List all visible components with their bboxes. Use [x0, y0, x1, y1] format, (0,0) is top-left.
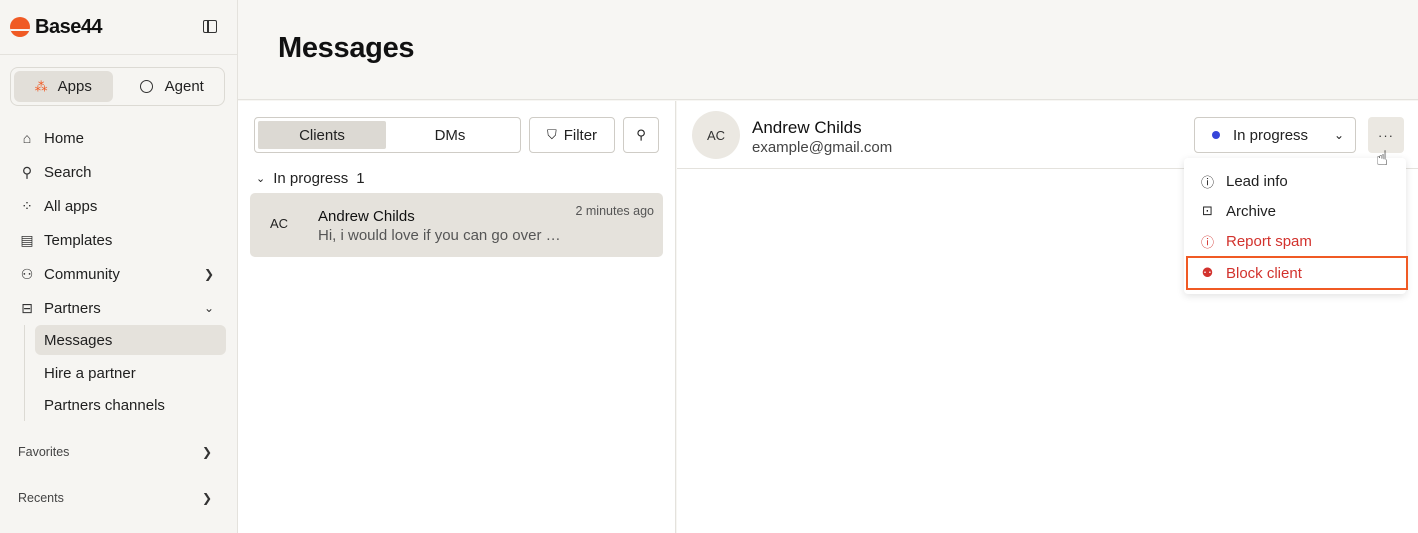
pointer-cursor-icon: ☝: [1376, 148, 1389, 170]
sidebar-item-messages[interactable]: Messages: [35, 325, 226, 355]
apps-grid-icon: ⁂: [34, 78, 48, 94]
sidebar: Base44 ⁂ Apps Agent ⌂ Home ⚲ Search ⁘ Al…: [0, 0, 238, 533]
search-icon: ⚲: [636, 127, 646, 142]
agent-icon: [139, 80, 153, 93]
conversation-preview: Hi, i would love if you can go over my a…: [318, 227, 566, 244]
menu-item-archive[interactable]: ⊡ Archive: [1184, 196, 1406, 226]
tab-dms[interactable]: DMs: [386, 121, 514, 149]
group-header-in-progress[interactable]: ⌄ In progress 1: [256, 170, 365, 187]
community-icon: ⚇: [20, 265, 34, 282]
group-label: In progress: [273, 170, 349, 187]
apps-mode-button[interactable]: ⁂ Apps: [14, 71, 113, 102]
conversation-name: Andrew Childs: [318, 208, 415, 225]
tab-clients[interactable]: Clients: [258, 121, 386, 149]
status-dot-icon: [1212, 131, 1220, 139]
brand[interactable]: Base44: [10, 15, 103, 38]
more-options-menu: ⓘ Lead info ⊡ Archive ⓘ Report spam ⚉ Bl…: [1184, 158, 1408, 294]
sidebar-item-label: Templates: [44, 231, 113, 249]
templates-icon: ▤: [20, 231, 34, 248]
sidebar-item-label: Search: [44, 163, 92, 181]
menu-item-label: Report spam: [1226, 232, 1312, 250]
sidebar-collapse-icon[interactable]: [203, 20, 217, 33]
divider: [0, 54, 237, 55]
filter-label: Filter: [563, 126, 598, 144]
sidebar-item-hire-a-partner[interactable]: Hire a partner: [35, 357, 226, 389]
recents-section[interactable]: Recents ❯: [18, 491, 216, 505]
conversation-list-panel: Clients DMs ⛉ Filter ⚲ ⌄ In progress 1 A…: [238, 101, 676, 533]
home-icon: ⌂: [22, 130, 32, 146]
sidebar-item-community[interactable]: ⚇ Community ❯: [10, 257, 226, 291]
menu-item-label: Lead info: [1226, 172, 1288, 190]
apps-mode-label: Apps: [57, 78, 92, 95]
avatar: AC: [270, 216, 289, 231]
sidebar-item-home[interactable]: ⌂ Home: [10, 121, 226, 155]
favorites-label: Favorites: [18, 445, 70, 459]
recents-label: Recents: [18, 491, 64, 505]
sidebar-item-label: Home: [44, 129, 85, 147]
partners-submenu: Messages Hire a partner Partners channel…: [24, 325, 226, 421]
conversation-detail-panel: AC Andrew Childs example@gmail.com In pr…: [677, 101, 1418, 533]
avatar: AC: [692, 111, 740, 159]
page-title: Messages: [278, 32, 415, 64]
sidebar-item-label: All apps: [44, 197, 98, 215]
agent-mode-button[interactable]: Agent: [123, 71, 222, 102]
menu-item-label: Archive: [1226, 202, 1277, 220]
favorites-section[interactable]: Favorites ❯: [18, 445, 216, 459]
sidebar-item-partners-channels[interactable]: Partners channels: [35, 389, 226, 421]
alert-icon: ⓘ: [1201, 234, 1215, 250]
menu-item-lead-info[interactable]: ⓘ Lead info: [1184, 166, 1406, 196]
group-count: 1: [356, 170, 365, 187]
conversation-time: 2 minutes ago: [575, 204, 654, 218]
agent-mode-label: Agent: [164, 78, 204, 95]
conversation-item[interactable]: AC Andrew Childs Hi, i would love if you…: [250, 193, 663, 257]
info-icon: ⓘ: [1201, 174, 1215, 190]
sidebar-item-label: Partners: [44, 299, 101, 317]
archive-icon: ⊡: [1202, 203, 1213, 218]
chevron-down-icon: ⌄: [1333, 128, 1344, 142]
sidebar-item-search[interactable]: ⚲ Search: [10, 155, 226, 189]
more-horizontal-icon: ···: [1378, 127, 1394, 143]
search-icon: ⚲: [21, 163, 33, 180]
search-button[interactable]: ⚲: [623, 117, 659, 153]
page-header: Messages: [238, 0, 1418, 100]
apps-grid-icon: ⁘: [21, 197, 33, 214]
client-email: example@gmail.com: [752, 139, 893, 156]
brand-name: Base44: [35, 15, 103, 38]
conversation-type-toggle: Clients DMs: [254, 117, 521, 153]
filter-icon: ⛉: [546, 127, 557, 142]
sidebar-item-partners[interactable]: ⊟ Partners ⌄: [10, 291, 226, 325]
base44-logo-icon: [10, 17, 30, 37]
chevron-right-icon: ❯: [203, 267, 214, 281]
chevron-right-icon: ❯: [201, 445, 212, 459]
menu-item-block-client[interactable]: ⚉ Block client: [1186, 256, 1408, 290]
menu-item-report-spam[interactable]: ⓘ Report spam: [1184, 226, 1406, 256]
status-label: In progress: [1233, 126, 1309, 144]
menu-item-label: Block client: [1226, 264, 1302, 282]
chevron-down-icon: ⌄: [256, 173, 266, 185]
chevron-right-icon: ❯: [201, 491, 212, 505]
briefcase-icon: ⊟: [21, 299, 33, 316]
mode-toggle: ⁂ Apps Agent: [10, 67, 225, 106]
chevron-down-icon: ⌄: [203, 301, 214, 315]
status-select[interactable]: In progress ⌄: [1194, 117, 1356, 153]
filter-button[interactable]: ⛉ Filter: [529, 117, 615, 153]
sidebar-nav: ⌂ Home ⚲ Search ⁘ All apps ▤ Templates ⚇…: [10, 121, 226, 325]
sidebar-item-label: Community: [44, 265, 120, 283]
client-name: Andrew Childs: [752, 118, 862, 137]
user-block-icon: ⚉: [1201, 265, 1214, 280]
sidebar-item-all-apps[interactable]: ⁘ All apps: [10, 189, 226, 223]
sidebar-item-templates[interactable]: ▤ Templates: [10, 223, 226, 257]
